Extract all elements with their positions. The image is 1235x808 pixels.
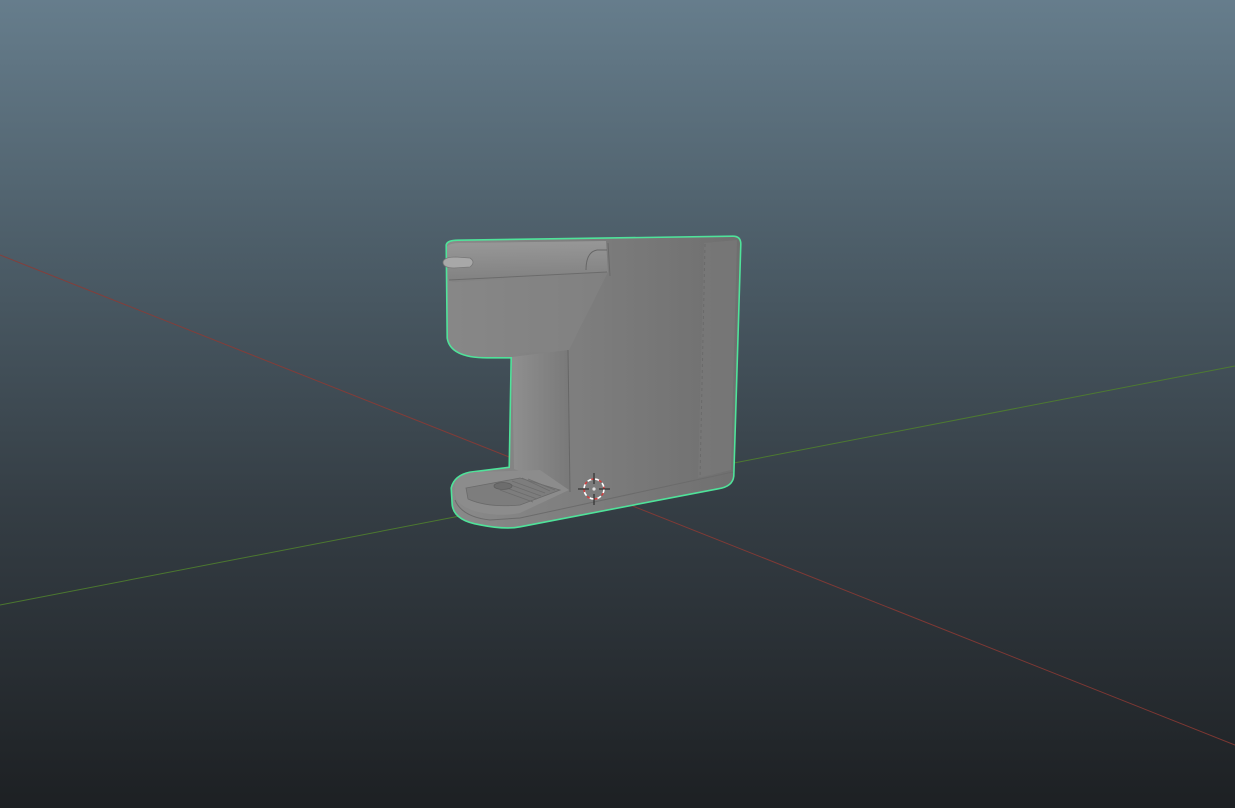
front-column [512, 350, 570, 490]
viewport-scene [0, 235, 1235, 746]
3d-viewport[interactable] [0, 0, 1235, 808]
coffee-machine-model[interactable] [442, 235, 742, 529]
lid-handle [442, 256, 474, 269]
drip-tray-hole [493, 482, 513, 490]
